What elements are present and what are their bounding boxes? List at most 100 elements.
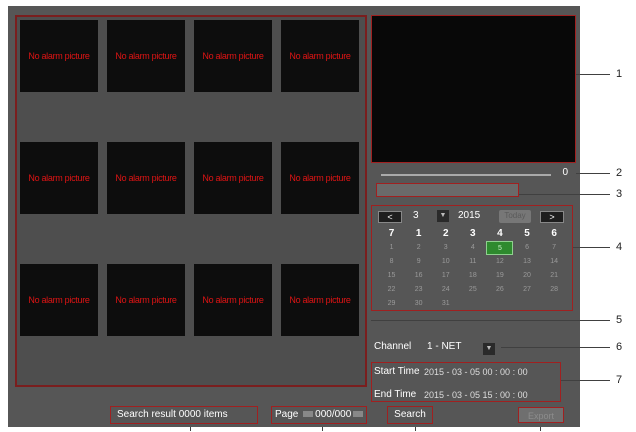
- thumbnail-label: No alarm picture: [28, 51, 90, 61]
- year-value: 2015: [458, 210, 481, 221]
- slider-track[interactable]: [381, 174, 551, 176]
- chevron-down-icon[interactable]: ▼: [483, 343, 495, 355]
- prev-page-button[interactable]: [303, 411, 314, 418]
- callout-line: [576, 173, 610, 174]
- weekday-header: 7 1 2 3 4 5 6: [378, 227, 568, 241]
- calendar-day[interactable]: 16: [405, 269, 432, 283]
- calendar-day[interactable]: 29: [378, 297, 405, 311]
- calendar-day[interactable]: 1: [378, 241, 405, 255]
- preview-window: [371, 15, 576, 163]
- calendar-day[interactable]: 10: [432, 255, 459, 269]
- tick-mark: [190, 427, 191, 431]
- calendar-day[interactable]: 24: [432, 283, 459, 297]
- prev-month-button[interactable]: <: [378, 211, 402, 223]
- callout-line: [561, 380, 610, 381]
- calendar-day[interactable]: 25: [459, 283, 486, 297]
- thumbnail-label: No alarm picture: [115, 173, 177, 183]
- page-value: 000/000: [315, 409, 352, 420]
- calendar-day[interactable]: 20: [513, 269, 540, 283]
- calendar-week: 15 16 17 18 19 20 21: [378, 269, 568, 283]
- calendar-day[interactable]: 7: [541, 241, 568, 255]
- weekday-label: 4: [497, 228, 503, 239]
- callout-line: [519, 194, 610, 195]
- weekday-label: 5: [524, 228, 530, 239]
- thumbnail[interactable]: No alarm picture: [281, 264, 359, 336]
- calendar-day[interactable]: 31: [432, 297, 459, 311]
- calendar-day[interactable]: 11: [459, 255, 486, 269]
- thumbnail-label: No alarm picture: [28, 295, 90, 305]
- calendar-day[interactable]: 21: [541, 269, 568, 283]
- calendar-day[interactable]: 17: [432, 269, 459, 283]
- calendar-day[interactable]: 9: [405, 255, 432, 269]
- thumbnail[interactable]: No alarm picture: [107, 20, 185, 92]
- calendar-day[interactable]: [513, 297, 540, 311]
- tick-mark: [322, 427, 323, 431]
- thumbnail[interactable]: No alarm picture: [194, 142, 272, 214]
- calendar-day[interactable]: 30: [405, 297, 432, 311]
- slider-value: 0: [562, 167, 568, 178]
- thumbnail-label: No alarm picture: [202, 173, 264, 183]
- callout-number: 5: [616, 314, 623, 326]
- thumbnail[interactable]: No alarm picture: [107, 142, 185, 214]
- calendar-day[interactable]: 2: [405, 241, 432, 255]
- calendar-day[interactable]: 6: [513, 241, 540, 255]
- calendar-day[interactable]: 23: [405, 283, 432, 297]
- end-time-label: End Time: [374, 389, 417, 400]
- calendar-day-selected[interactable]: 5: [486, 241, 514, 255]
- export-button[interactable]: Export: [518, 407, 564, 423]
- thumbnail[interactable]: No alarm picture: [20, 264, 98, 336]
- calendar-day[interactable]: 22: [378, 283, 405, 297]
- callout-line: [371, 320, 610, 321]
- search-button[interactable]: Search: [387, 406, 433, 424]
- thumbnail[interactable]: No alarm picture: [194, 20, 272, 92]
- calendar-day[interactable]: 4: [459, 241, 486, 255]
- callout-number: 7: [616, 374, 623, 386]
- thumbnail[interactable]: No alarm picture: [20, 142, 98, 214]
- callout-line: [573, 247, 610, 248]
- channel-selector[interactable]: Channel 1 - NET ▼: [371, 337, 501, 359]
- thumbnail[interactable]: No alarm picture: [281, 142, 359, 214]
- thumbnail-label: No alarm picture: [202, 295, 264, 305]
- calendar-day[interactable]: 8: [378, 255, 405, 269]
- figure: No alarm picture No alarm picture No ala…: [0, 0, 636, 432]
- callout-line: [501, 347, 610, 348]
- calendar-day[interactable]: 26: [486, 283, 513, 297]
- weekday-label: 1: [415, 228, 422, 239]
- tick-mark: [415, 427, 416, 431]
- calendar-day[interactable]: 12: [486, 255, 513, 269]
- calendar-day[interactable]: [459, 297, 486, 311]
- time-range: Start Time 2015 - 03 - 05 00 : 00 : 00 E…: [371, 362, 561, 402]
- end-time-field[interactable]: 2015 - 03 - 05 15 : 00 : 00: [424, 390, 528, 400]
- calendar-day[interactable]: 14: [541, 255, 568, 269]
- calendar-day[interactable]: 27: [513, 283, 540, 297]
- thumbnail-label: No alarm picture: [289, 173, 351, 183]
- start-time-field[interactable]: 2015 - 03 - 05 00 : 00 : 00: [424, 367, 528, 377]
- channel-label: Channel: [374, 341, 412, 352]
- thumbnail-label: No alarm picture: [115, 51, 177, 61]
- calendar-day[interactable]: 18: [459, 269, 486, 283]
- calendar-day[interactable]: 13: [513, 255, 540, 269]
- today-button[interactable]: Today: [499, 210, 531, 223]
- thumbnail[interactable]: No alarm picture: [20, 20, 98, 92]
- start-time-label: Start Time: [374, 366, 420, 377]
- next-month-button[interactable]: >: [540, 211, 564, 223]
- thumbnail[interactable]: No alarm picture: [107, 264, 185, 336]
- weekday-label: 6: [551, 228, 557, 239]
- calendar-day[interactable]: 19: [486, 269, 513, 283]
- callout-number: 2: [616, 167, 623, 179]
- page-label: Page: [275, 409, 299, 420]
- next-page-button[interactable]: [353, 411, 364, 418]
- calendar-day[interactable]: [486, 297, 513, 311]
- thumbnail-label: No alarm picture: [289, 295, 351, 305]
- thumbnail[interactable]: No alarm picture: [281, 20, 359, 92]
- chevron-down-icon[interactable]: ▼: [437, 210, 449, 222]
- calendar-day[interactable]: [541, 297, 568, 311]
- calendar-day[interactable]: 15: [378, 269, 405, 283]
- callout-line: [576, 74, 610, 75]
- calendar-day[interactable]: 28: [541, 283, 568, 297]
- channel-value[interactable]: 1 - NET: [427, 341, 461, 352]
- calendar-day[interactable]: 3: [432, 241, 459, 255]
- thumbnail-label: No alarm picture: [202, 51, 264, 61]
- thumbnail[interactable]: No alarm picture: [194, 264, 272, 336]
- playback-slider[interactable]: 0: [371, 166, 576, 182]
